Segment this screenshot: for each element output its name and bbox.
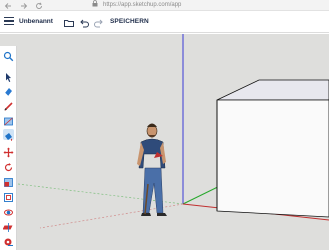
app-toolbar: Unbenannt SPEICHERN	[0, 11, 329, 33]
browser-address-bar: https://app.sketchup.com/app	[0, 0, 329, 11]
save-button[interactable]: SPEICHERN	[110, 16, 149, 28]
url-field[interactable]: https://app.sketchup.com/app	[92, 0, 292, 11]
forward-button[interactable]	[19, 1, 28, 10]
undo-icon[interactable]	[78, 16, 90, 28]
redo-icon[interactable]	[93, 16, 105, 28]
eraser-icon[interactable]	[3, 84, 14, 97]
box-front-face	[216, 99, 329, 218]
tape-measure-icon[interactable]	[3, 235, 14, 246]
select-arrow-icon[interactable]	[3, 70, 14, 82]
pencil-line-icon[interactable]	[3, 99, 14, 111]
arrow-right-icon	[20, 2, 27, 9]
lock-icon	[92, 0, 98, 11]
back-button[interactable]	[3, 1, 12, 10]
reload-icon	[35, 2, 42, 9]
search-icon[interactable]	[3, 49, 14, 62]
tool-palette	[0, 46, 17, 250]
arrow-left-icon	[4, 2, 11, 9]
rectangle-icon[interactable]	[3, 114, 14, 126]
scene-canvas[interactable]	[0, 34, 329, 250]
scale-icon[interactable]	[3, 175, 14, 187]
offset-icon[interactable]	[3, 190, 14, 202]
model-title[interactable]: Unbenannt	[19, 16, 53, 28]
paint-bucket-icon[interactable]	[3, 129, 14, 141]
section-plane-icon[interactable]	[2, 220, 14, 232]
orbit-icon[interactable]	[3, 205, 14, 216]
url-text: https://app.sketchup.com/app	[103, 2, 182, 8]
hamburger-menu-icon[interactable]	[4, 17, 14, 27]
rotate-icon[interactable]	[3, 160, 14, 172]
modeling-viewport[interactable]	[0, 34, 329, 250]
reload-button[interactable]	[34, 1, 43, 10]
folder-icon[interactable]	[63, 16, 75, 28]
move-icon[interactable]	[3, 145, 14, 158]
